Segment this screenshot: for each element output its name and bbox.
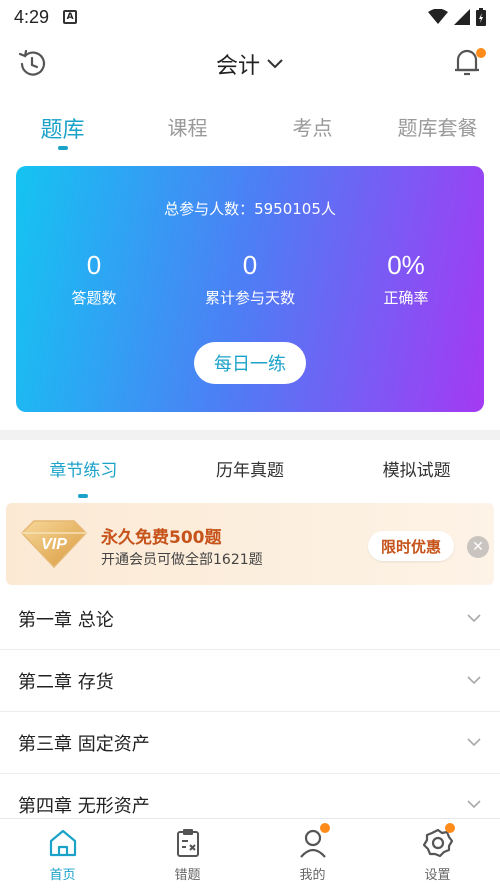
status-time: 4:29 <box>14 6 50 27</box>
settings-dot <box>445 823 455 833</box>
chevron-down-icon <box>267 59 283 69</box>
nav-profile[interactable]: 我的 <box>250 819 375 888</box>
stat-label: 累计参与天数 <box>204 289 295 307</box>
daily-practice-button[interactable]: 每日一练 <box>194 342 306 384</box>
home-icon <box>49 829 76 857</box>
stat-label: 答题数 <box>71 289 117 307</box>
sub-tabs: 章节练习 历年真题 模拟试题 <box>0 456 500 498</box>
vip-diamond-icon: VIP <box>20 520 88 569</box>
bottom-nav: 首页 错题 我的 设置 <box>0 818 500 888</box>
profile-dot <box>320 823 330 833</box>
nav-label: 首页 <box>49 868 76 883</box>
top-bar: 会计 <box>0 40 500 90</box>
stat-days: 0 累计参与天数 <box>172 250 328 308</box>
total-participants-value: 5950105人 <box>254 200 336 218</box>
subject-selector[interactable]: 会计 <box>0 48 500 80</box>
wifi-icon <box>428 9 448 24</box>
tab-question-packages[interactable]: 题库套餐 <box>375 108 500 152</box>
notification-dot <box>476 48 486 58</box>
tab-exam-points[interactable]: 考点 <box>250 108 375 152</box>
chapter-list: 第一章 总论 第二章 存货 第三章 固定资产 第四章 无形资产 <box>0 588 500 836</box>
battery-icon <box>476 8 486 26</box>
clipboard-x-icon <box>176 829 199 857</box>
list-item[interactable]: 第三章 固定资产 <box>0 712 500 774</box>
status-bar: 4:29 A <box>0 0 500 34</box>
chapter-label: 第三章 固定资产 <box>18 733 150 755</box>
nav-wrong-questions[interactable]: 错题 <box>125 819 250 888</box>
tab-mock-exams[interactable]: 模拟试题 <box>333 456 500 498</box>
vip-title: 永久免费500题 <box>101 528 222 548</box>
tab-question-bank[interactable]: 题库 <box>0 108 125 152</box>
nav-label: 设置 <box>424 868 451 883</box>
stats-card: 总参与人数：5950105人 0 答题数 0 累计参与天数 0% 正确率 每日一… <box>16 166 484 412</box>
list-item[interactable]: 第二章 存货 <box>0 650 500 712</box>
nav-label: 错题 <box>174 868 201 883</box>
total-participants: 总参与人数：5950105人 <box>16 198 484 219</box>
list-item[interactable]: 第一章 总论 <box>0 588 500 650</box>
chevron-down-icon <box>467 614 481 623</box>
chapter-label: 第四章 无形资产 <box>18 795 150 817</box>
stat-label: 正确率 <box>383 289 429 307</box>
notification-a-icon: A <box>63 10 78 24</box>
tab-chapter-practice[interactable]: 章节练习 <box>0 456 167 498</box>
tab-courses[interactable]: 课程 <box>125 108 250 152</box>
stat-value: 0 <box>86 250 102 280</box>
stat-value: 0% <box>387 250 425 280</box>
stat-value: 0 <box>242 250 258 280</box>
section-divider <box>0 430 500 440</box>
signal-icon <box>454 9 470 25</box>
chevron-down-icon <box>467 676 481 685</box>
notification-button[interactable] <box>452 46 486 80</box>
vip-subtitle: 开通会员可做全部1621题 <box>101 552 263 568</box>
page-title: 会计 <box>215 54 260 79</box>
chapter-label: 第二章 存货 <box>18 671 114 693</box>
vip-badge-text: VIP <box>41 536 67 553</box>
tab-past-exams[interactable]: 历年真题 <box>167 456 334 498</box>
status-icons <box>428 8 486 26</box>
main-tabs: 题库 课程 考点 题库套餐 <box>0 108 500 152</box>
chevron-down-icon <box>467 738 481 747</box>
stats-row: 0 答题数 0 累计参与天数 0% 正确率 <box>16 250 484 308</box>
stat-answered: 0 答题数 <box>16 250 172 308</box>
limited-offer-button[interactable]: 限时优惠 <box>368 531 454 561</box>
close-icon[interactable]: ✕ <box>467 536 489 558</box>
stat-accuracy: 0% 正确率 <box>328 250 484 308</box>
nav-home[interactable]: 首页 <box>0 819 125 888</box>
total-participants-label: 总参与人数： <box>164 200 255 218</box>
vip-banner[interactable]: VIP 永久免费500题 开通会员可做全部1621题 限时优惠 ✕ <box>6 503 494 585</box>
nav-settings[interactable]: 设置 <box>375 819 500 888</box>
chevron-down-icon <box>467 800 481 809</box>
chapter-label: 第一章 总论 <box>18 609 114 631</box>
nav-label: 我的 <box>299 868 326 883</box>
